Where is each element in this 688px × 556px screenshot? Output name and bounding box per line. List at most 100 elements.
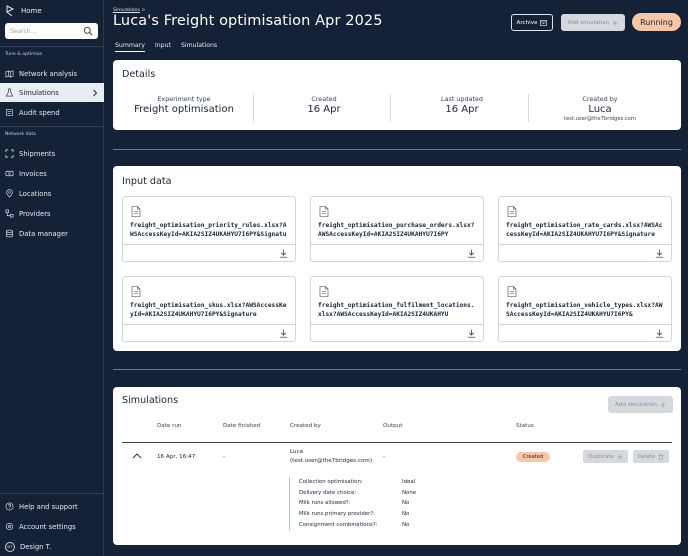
sidebar-divider [0,46,104,47]
detail-key: Collection optimisation: [299,479,402,485]
sidebar-item-simulations[interactable]: Simulations [0,83,104,102]
column-header-date-run: Date run [157,423,182,429]
gear-icon [5,522,14,531]
column-header-output: Output [383,423,402,429]
help-icon [5,502,14,511]
file-card-divider [123,324,295,325]
file-card[interactable]: freight_optimisation_purchase_orders.xls… [310,196,484,262]
created-label: Created [255,95,393,103]
date-run-cell: 16 Apr, 16:47 [157,454,195,460]
plus-icon [660,402,666,408]
user-name: Design T. [20,543,51,551]
flask-icon [5,88,14,97]
sidebar-item-label: Simulations [19,89,59,97]
sidebar-item-label: Invoices [19,170,47,178]
file-card[interactable]: freight_optimisation_rate_cards.xlsx?AWS… [498,196,672,262]
search-icon[interactable] [83,26,93,36]
file-name: freight_optimisation_priority_rules.xlsx… [130,222,290,240]
archive-icon [540,20,547,26]
simulations-card: Simulations Add simulation Date run Date… [113,387,681,545]
file-card[interactable]: freight_optimisation_priority_rules.xlsx… [122,196,296,262]
section-label-network: Network data [5,132,36,137]
sidebar-item-data-manager[interactable]: Data manager [0,224,104,243]
download-icon[interactable] [467,249,476,258]
created-by-name-cell: Luca [290,449,303,455]
chevron-up-icon[interactable] [132,453,142,459]
last-updated-label: Last updated [393,95,531,103]
created-by-value: Luca [531,104,669,115]
details-heading: Details [122,69,155,80]
file-card-divider [499,324,671,325]
stat-divider [253,94,254,122]
home-label: Home [21,7,42,15]
document-icon [507,206,517,217]
add-simulation-button[interactable]: Add simulation [608,396,673,413]
download-icon[interactable] [655,329,664,338]
download-icon[interactable] [655,249,664,258]
add-simulation-button[interactable]: Add simulation [561,14,625,31]
sidebar-item-locations[interactable]: Locations [0,184,104,203]
sidebar-item-account-settings[interactable]: Account settings [0,517,104,536]
sidebar: Home Tune & optimise Network analysis Si… [0,0,104,556]
sidebar-item-label: Shipments [19,150,55,158]
home-link[interactable]: Home [5,4,42,18]
document-icon [319,206,329,217]
experiment-type-value: Freight optimisation [115,104,253,115]
sidebar-item-label: Audit spend [19,109,60,117]
output-cell: - [383,454,385,460]
download-icon[interactable] [467,329,476,338]
detail-value: No [402,500,409,506]
duplicate-button[interactable]: Duplicate [583,450,628,463]
file-card[interactable]: freight_optimisation_fulfilment_location… [310,276,484,342]
plus-icon [612,20,618,26]
file-card[interactable]: freight_optimisation_vehicle_types.xlsx?… [498,276,672,342]
file-card-divider [311,244,483,245]
sidebar-item-network-analysis[interactable]: Network analysis [0,64,104,83]
file-name: freight_optimisation_skus.xlsx?AWSAccess… [130,302,290,320]
delete-button-label: Delete [638,454,656,460]
plus-icon [617,454,623,460]
section-divider [113,149,681,150]
sidebar-item-audit-spend[interactable]: Audit spend [0,103,104,122]
input-data-heading: Input data [122,176,172,187]
receipt-icon [5,108,14,117]
input-data-card: Input data freight_optimisation_priority… [113,166,681,351]
last-updated-value: 16 Apr [393,104,531,115]
file-card[interactable]: freight_optimisation_skus.xlsx?AWSAccess… [122,276,296,342]
user-menu[interactable]: DT Design T. [0,537,104,556]
detail-key: Consignment combinations?: [299,522,402,528]
section-divider [113,369,681,370]
detail-key: Delivery date choice: [299,490,402,496]
add-simulation-button-label: Add simulation [568,20,610,26]
detail-key: Milk runs allowed?: [299,500,402,506]
file-card-divider [311,324,483,325]
column-header-date-finished: Date finished [223,423,260,429]
file-name: freight_optimisation_fulfilment_location… [318,302,478,320]
column-header-status: Status [516,423,534,429]
created-stat: Created 16 Apr [255,95,393,115]
sidebar-item-providers[interactable]: Providers [0,204,104,223]
document-icon [131,286,141,297]
detail-row: Milk runs allowed?:No [299,498,416,509]
download-icon[interactable] [279,249,288,258]
search-input[interactable] [10,28,82,35]
detail-value: None [402,490,416,496]
tab-input[interactable]: Input [155,42,171,52]
sidebar-item-invoices[interactable]: Invoices [0,164,104,183]
download-icon[interactable] [279,329,288,338]
sidebar-item-label: Account settings [19,523,76,531]
delete-button[interactable]: Delete [633,450,669,463]
tab-simulations[interactable]: Simulations [181,42,217,52]
sidebar-item-label: Data manager [19,230,68,238]
file-name: freight_optimisation_purchase_orders.xls… [318,222,478,240]
trash-icon [658,454,664,460]
created-by-email: test.user@the7bridges.com [531,116,669,122]
avatar: DT [5,542,15,552]
tab-summary[interactable]: Summary [115,42,145,52]
archive-button[interactable]: Archive [511,14,553,31]
search-box[interactable] [5,23,98,39]
duplicate-button-label: Duplicate [588,454,614,460]
file-name: freight_optimisation_rate_cards.xlsx?AWS… [506,222,666,240]
sidebar-item-shipments[interactable]: Shipments [0,144,104,163]
sidebar-item-help[interactable]: Help and support [0,497,104,516]
